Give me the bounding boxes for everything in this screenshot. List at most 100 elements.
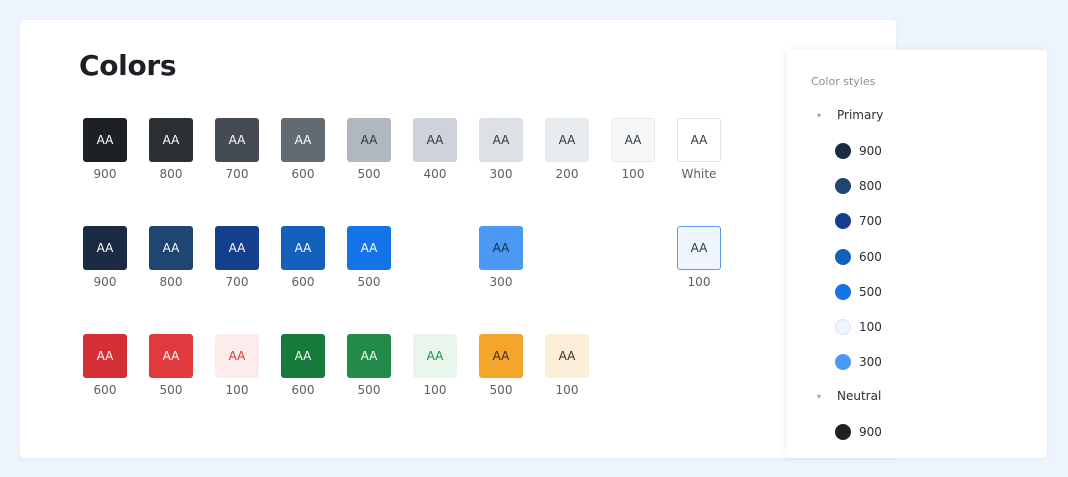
swatch-item: AA 600 <box>281 226 325 289</box>
swatch-label: 100 <box>687 275 711 289</box>
swatch-item: AA 300 <box>479 226 523 289</box>
color-swatch[interactable]: AA <box>677 118 721 162</box>
group-header-neutral[interactable]: ▾ Neutral <box>817 389 881 403</box>
color-swatch[interactable]: AA <box>611 118 655 162</box>
color-swatch[interactable]: AA <box>281 226 325 270</box>
color-swatch[interactable]: AA <box>281 334 325 378</box>
caret-down-icon: ▾ <box>817 110 822 120</box>
swatch-item: AA 100 <box>611 118 655 181</box>
color-swatch[interactable]: AA <box>347 334 391 378</box>
style-label: 300 <box>859 355 882 370</box>
style-label: 500 <box>859 284 882 299</box>
color-style-item[interactable]: 500 <box>835 283 882 300</box>
swatch-label: 600 <box>93 383 117 397</box>
color-swatch[interactable]: AA <box>413 118 457 162</box>
swatch-item: AA 500 <box>347 334 391 397</box>
swatch-label: 100 <box>555 383 579 397</box>
swatch-item: AA 200 <box>545 118 589 181</box>
swatch-item: AA White <box>677 118 721 181</box>
group-label: Neutral <box>837 389 882 404</box>
color-palette-card: Colors AA 900 AA 800 AA 700 AA 600 AA 500 AA 400 AA 3… <box>20 20 896 458</box>
swatch-label: 900 <box>93 167 117 181</box>
color-swatch[interactable]: AA <box>413 334 457 378</box>
style-label: 100 <box>859 320 882 334</box>
swatch-item: AA 300 <box>479 118 523 181</box>
swatch-label: 400 <box>423 167 447 181</box>
color-style-item[interactable]: 300 <box>835 354 882 371</box>
color-swatch[interactable]: AA <box>215 226 259 270</box>
color-swatch[interactable]: AA <box>83 118 127 162</box>
color-dot <box>835 319 851 335</box>
group-header-primary[interactable]: ▾ Primary <box>817 108 883 122</box>
swatch-label: 500 <box>357 383 381 397</box>
swatch-label: 700 <box>225 275 249 289</box>
caret-down-icon: ▾ <box>817 391 822 401</box>
page-title: Colors <box>79 49 177 82</box>
color-dot <box>835 213 851 230</box>
color-dot <box>835 354 851 371</box>
color-swatch[interactable]: AA <box>479 334 523 378</box>
color-swatch[interactable]: AA <box>281 118 325 162</box>
swatch-label: 700 <box>225 167 249 181</box>
swatch-label: 600 <box>291 167 315 181</box>
color-style-item[interactable]: 600 <box>835 248 882 265</box>
color-swatch[interactable]: AA <box>83 226 127 270</box>
swatch-item: AA 900 <box>83 226 127 289</box>
color-style-item[interactable]: 900 <box>835 143 882 159</box>
color-dot <box>835 178 851 195</box>
swatch-label: 500 <box>357 275 381 289</box>
swatch-item: AA 800 <box>149 226 193 289</box>
swatch-item: AA 500 <box>347 226 391 289</box>
style-label: 900 <box>859 425 882 440</box>
swatch-label: 600 <box>291 275 315 289</box>
swatch-label: 100 <box>423 383 447 397</box>
color-swatch[interactable]: AA <box>215 334 259 378</box>
color-swatch[interactable]: AA <box>149 226 193 270</box>
swatch-item: AA 700 <box>215 226 259 289</box>
color-dot <box>835 283 851 300</box>
color-swatch[interactable]: AA <box>149 118 193 162</box>
swatch-item: AA 700 <box>215 118 259 181</box>
swatch-item: AA 100 <box>413 334 457 397</box>
color-swatch[interactable]: AA <box>479 118 523 162</box>
color-swatch[interactable]: AA <box>545 334 589 378</box>
swatch-label: 800 <box>159 167 183 181</box>
style-label: 800 <box>859 179 882 194</box>
swatch-item: AA 500 <box>347 118 391 181</box>
swatch-label: 900 <box>93 275 117 289</box>
color-swatch[interactable]: AA <box>347 226 391 270</box>
color-dot <box>835 248 851 265</box>
swatch-item: AA 100 <box>545 334 589 397</box>
color-swatch[interactable]: AA <box>215 118 259 162</box>
swatch-label: 300 <box>489 167 513 181</box>
color-swatch[interactable]: AA <box>83 334 127 378</box>
color-dot <box>835 143 851 159</box>
swatch-label: 500 <box>489 383 513 397</box>
swatch-label: 500 <box>357 167 381 181</box>
color-style-item[interactable]: 100 <box>835 319 882 335</box>
color-swatch[interactable]: AA <box>149 334 193 378</box>
swatch-label: 300 <box>489 275 513 289</box>
swatch-item: AA 500 <box>149 334 193 397</box>
color-style-item[interactable]: 800 <box>835 178 882 195</box>
color-swatch[interactable]: AA <box>545 118 589 162</box>
swatch-label: White <box>681 167 717 181</box>
swatch-item: AA 100 <box>215 334 259 397</box>
swatch-item: AA 800 <box>149 118 193 181</box>
color-swatch[interactable]: AA <box>347 118 391 162</box>
swatch-label: 100 <box>621 167 645 181</box>
swatch-label: 600 <box>291 383 315 397</box>
swatch-label: 500 <box>159 383 183 397</box>
color-style-item[interactable]: 700 <box>835 213 882 230</box>
style-label: 600 <box>859 249 882 264</box>
swatch-label: 100 <box>225 383 249 397</box>
swatch-item: AA 900 <box>83 118 127 181</box>
color-swatch[interactable]: AA <box>677 226 721 270</box>
swatch-item: AA 500 <box>479 334 523 397</box>
color-swatch[interactable]: AA <box>479 226 523 270</box>
group-label: Primary <box>837 108 884 122</box>
style-label: 900 <box>859 144 882 158</box>
swatch-label: 200 <box>555 167 579 181</box>
color-dot <box>835 424 851 441</box>
color-style-item[interactable]: 900 <box>835 424 882 441</box>
